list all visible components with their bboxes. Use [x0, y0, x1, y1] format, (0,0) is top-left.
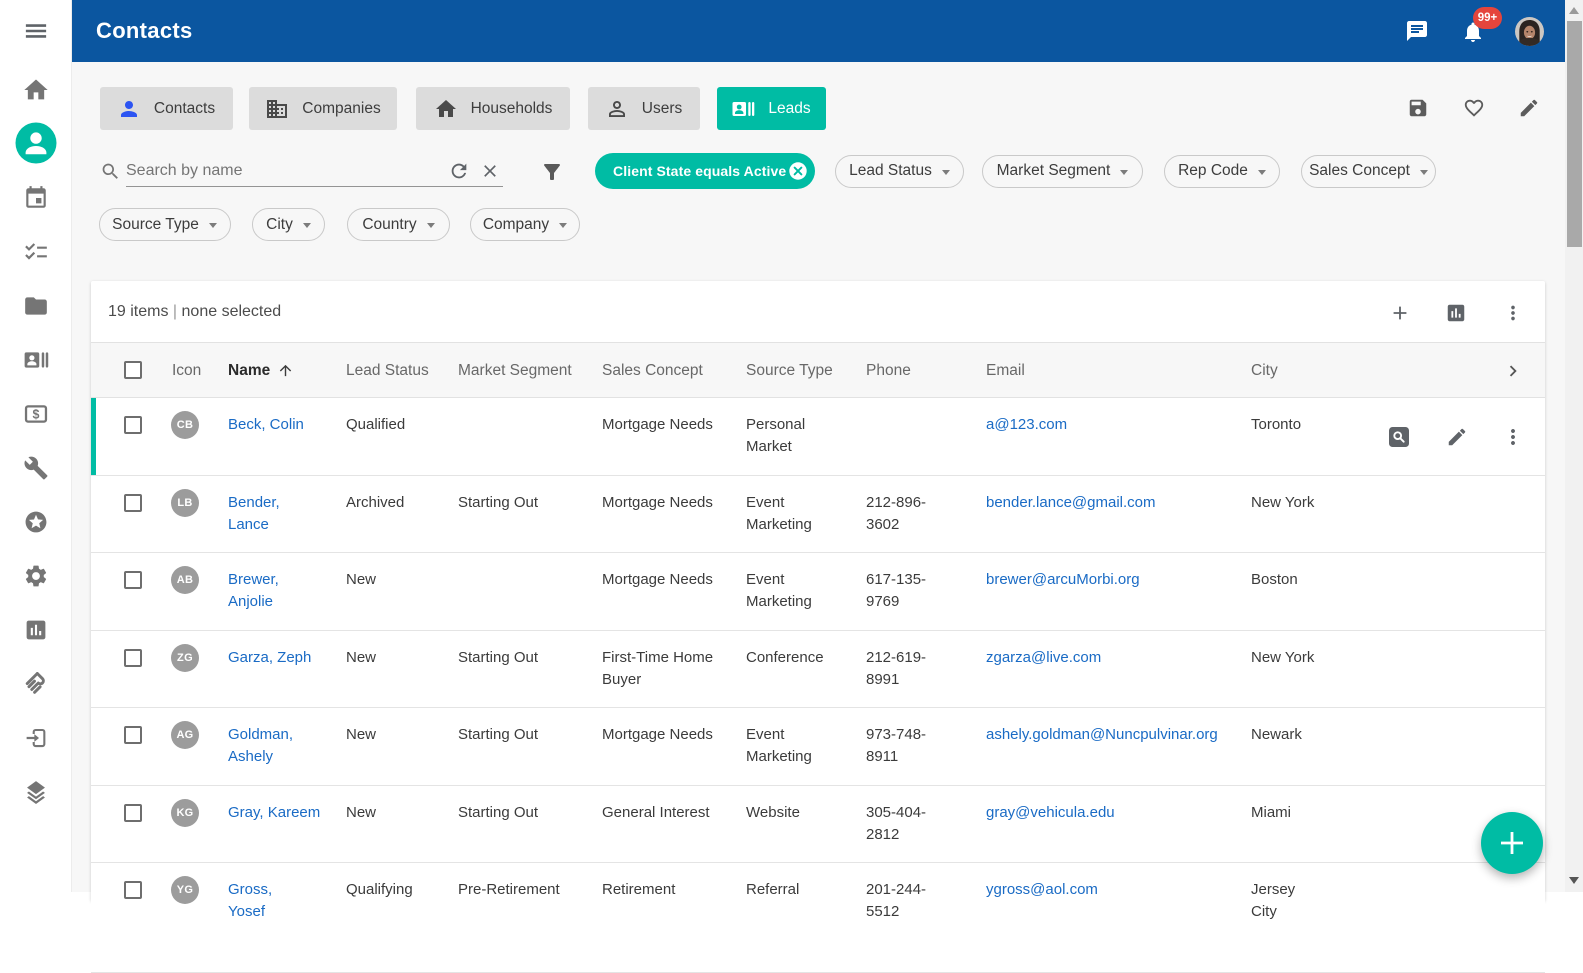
svg-text:$: $: [33, 407, 40, 421]
